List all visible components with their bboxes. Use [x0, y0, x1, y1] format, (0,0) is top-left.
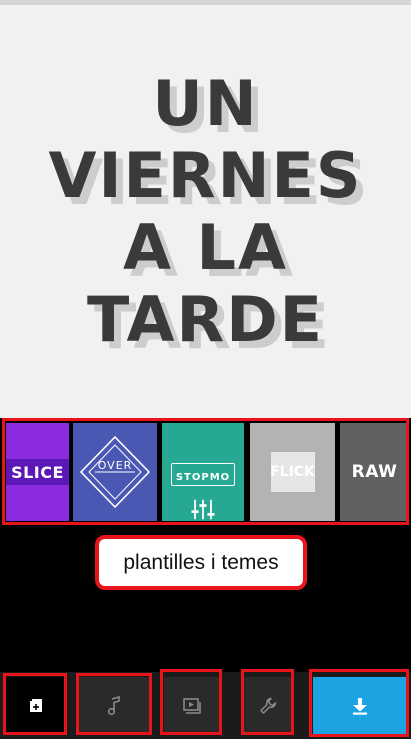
theme-slice-label: SLICE [11, 462, 64, 482]
theme-raw-label: RAW [351, 462, 398, 482]
music-note-icon [107, 696, 120, 716]
video-preview[interactable]: UN VIERNES A LA TARDE [0, 5, 411, 418]
theme-flick[interactable]: FLICK [250, 423, 335, 521]
tooltip-text: plantilles i temes [123, 550, 279, 574]
theme-stopmo[interactable]: STOPMO [162, 423, 244, 521]
title-line-4: TARDE [86, 282, 325, 356]
theme-raw[interactable]: RAW [340, 423, 409, 521]
clip-button[interactable] [164, 677, 220, 735]
title-line-2: VIERNES [48, 138, 363, 212]
theme-slice[interactable]: SLICE [6, 423, 69, 521]
diamond-icon [79, 435, 151, 509]
download-icon [353, 698, 367, 715]
theme-flick-label: FLICK [270, 464, 315, 480]
add-media-icon [30, 699, 42, 712]
download-button[interactable] [313, 677, 407, 735]
theme-over-label: OVER [97, 458, 133, 472]
theme-over[interactable]: OVER [73, 423, 157, 521]
title-line-1: UN [152, 66, 259, 140]
settings-button[interactable] [244, 677, 292, 735]
themes-tooltip: plantilles i temes [95, 535, 307, 590]
wrench-icon [260, 697, 277, 714]
theme-stopmo-label: STOPMO [175, 472, 231, 483]
play-clip-icon [183, 698, 201, 714]
title-line-3: A LA [122, 210, 289, 284]
music-button[interactable] [79, 677, 149, 735]
sliders-icon [191, 499, 215, 520]
add-media-button[interactable] [6, 677, 66, 735]
